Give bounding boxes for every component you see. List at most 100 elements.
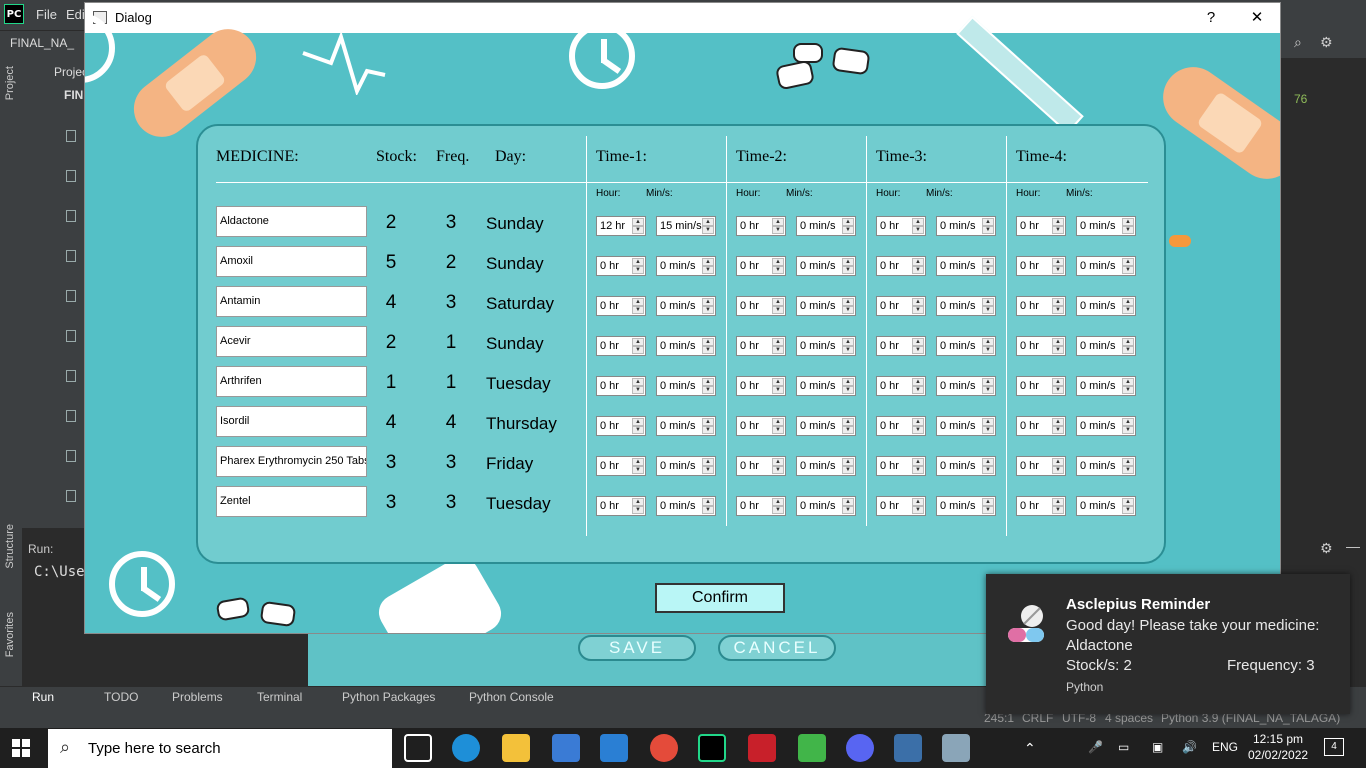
medicine-name-field[interactable]: Arthrifen (216, 366, 367, 397)
task-view-icon[interactable] (404, 734, 432, 762)
window-app-icon[interactable] (942, 734, 970, 762)
taskbar-clock[interactable]: 12:15 pm 02/02/2022 (1248, 731, 1308, 763)
spin-arrows[interactable]: ▲ ▼ (1052, 338, 1064, 354)
spin-arrows[interactable]: ▲ ▼ (1052, 418, 1064, 434)
battery-icon[interactable]: ▭ (1118, 740, 1129, 754)
hour-spinbox[interactable]: 0 hr ▲ ▼ (876, 376, 926, 396)
hour-spinbox[interactable]: 0 hr ▲ ▼ (1016, 296, 1066, 316)
tab-terminal[interactable]: Terminal (257, 690, 302, 704)
spin-arrows[interactable]: ▲ ▼ (772, 458, 784, 474)
tab-problems[interactable]: Problems (172, 690, 223, 704)
spin-arrows[interactable]: ▲ ▼ (702, 258, 714, 274)
spin-arrows[interactable]: ▲ ▼ (702, 218, 714, 234)
hour-spinbox[interactable]: 0 hr ▲ ▼ (876, 336, 926, 356)
spin-arrows[interactable]: ▲ ▼ (632, 418, 644, 434)
spin-arrows[interactable]: ▲ ▼ (1122, 298, 1134, 314)
hour-spinbox[interactable]: 0 hr ▲ ▼ (1016, 216, 1066, 236)
medicine-name-field[interactable]: Acevir (216, 326, 367, 357)
hour-spinbox[interactable]: 12 hr ▲ ▼ (596, 216, 646, 236)
hour-spinbox[interactable]: 0 hr ▲ ▼ (736, 256, 786, 276)
spin-arrows[interactable]: ▲ ▼ (1122, 218, 1134, 234)
spin-arrows[interactable]: ▲ ▼ (1052, 458, 1064, 474)
spin-arrows[interactable]: ▲ ▼ (1052, 218, 1064, 234)
spin-arrows[interactable]: ▲ ▼ (772, 378, 784, 394)
spin-arrows[interactable]: ▲ ▼ (912, 258, 924, 274)
hour-spinbox[interactable]: 0 hr ▲ ▼ (876, 296, 926, 316)
spin-arrows[interactable]: ▲ ▼ (772, 258, 784, 274)
minutes-spinbox[interactable]: 0 min/s ▲ ▼ (936, 416, 996, 436)
python-icon[interactable] (894, 734, 922, 762)
pycharm-icon[interactable] (698, 734, 726, 762)
qt-icon[interactable] (798, 734, 826, 762)
spin-arrows[interactable]: ▲ ▼ (982, 498, 994, 514)
windows-start-icon[interactable] (12, 739, 30, 757)
spin-arrows[interactable]: ▲ ▼ (1052, 378, 1064, 394)
tab-run[interactable]: Run (32, 690, 54, 704)
edge-icon[interactable] (452, 734, 480, 762)
tab-python-console[interactable]: Python Console (469, 690, 554, 704)
spin-arrows[interactable]: ▲ ▼ (702, 418, 714, 434)
spin-arrows[interactable]: ▲ ▼ (842, 338, 854, 354)
spin-arrows[interactable]: ▲ ▼ (842, 458, 854, 474)
file-icon[interactable] (66, 210, 76, 222)
medicine-name-field[interactable]: Isordil (216, 406, 367, 437)
spin-arrows[interactable]: ▲ ▼ (1052, 298, 1064, 314)
store-icon[interactable] (552, 734, 580, 762)
spin-arrows[interactable]: ▲ ▼ (772, 418, 784, 434)
spin-arrows[interactable]: ▲ ▼ (1122, 418, 1134, 434)
minutes-spinbox[interactable]: 0 min/s ▲ ▼ (656, 296, 716, 316)
tray-chevron-icon[interactable]: ⌃ (1024, 740, 1036, 757)
spin-arrows[interactable]: ▲ ▼ (842, 498, 854, 514)
hour-spinbox[interactable]: 0 hr ▲ ▼ (876, 456, 926, 476)
hour-spinbox[interactable]: 0 hr ▲ ▼ (736, 456, 786, 476)
spin-arrows[interactable]: ▲ ▼ (842, 378, 854, 394)
minutes-spinbox[interactable]: 0 min/s ▲ ▼ (1076, 376, 1136, 396)
network-icon[interactable]: ▣ (1152, 740, 1163, 754)
minutes-spinbox[interactable]: 0 min/s ▲ ▼ (936, 336, 996, 356)
file-icon[interactable] (66, 410, 76, 422)
minutes-spinbox[interactable]: 0 min/s ▲ ▼ (796, 416, 856, 436)
minutes-spinbox[interactable]: 0 min/s ▲ ▼ (936, 456, 996, 476)
spin-arrows[interactable]: ▲ ▼ (632, 498, 644, 514)
spin-arrows[interactable]: ▲ ▼ (912, 458, 924, 474)
spin-arrows[interactable]: ▲ ▼ (632, 258, 644, 274)
minutes-spinbox[interactable]: 0 min/s ▲ ▼ (936, 296, 996, 316)
minutes-spinbox[interactable]: 0 min/s ▲ ▼ (1076, 496, 1136, 516)
spin-arrows[interactable]: ▲ ▼ (1052, 258, 1064, 274)
help-button[interactable]: ? (1188, 5, 1234, 31)
minutes-spinbox[interactable]: 0 min/s ▲ ▼ (1076, 336, 1136, 356)
acrobat-icon[interactable] (748, 734, 776, 762)
tool-structure[interactable]: Structure (4, 524, 16, 569)
hour-spinbox[interactable]: 0 hr ▲ ▼ (596, 416, 646, 436)
hour-spinbox[interactable]: 0 hr ▲ ▼ (596, 376, 646, 396)
tab-python-packages[interactable]: Python Packages (342, 690, 435, 704)
spin-arrows[interactable]: ▲ ▼ (772, 298, 784, 314)
minutes-spinbox[interactable]: 0 min/s ▲ ▼ (796, 256, 856, 276)
spin-arrows[interactable]: ▲ ▼ (842, 298, 854, 314)
spin-arrows[interactable]: ▲ ▼ (772, 338, 784, 354)
minutes-spinbox[interactable]: 0 min/s ▲ ▼ (1076, 296, 1136, 316)
hour-spinbox[interactable]: 0 hr ▲ ▼ (736, 416, 786, 436)
volume-icon[interactable]: 🔊 (1182, 740, 1197, 754)
spin-arrows[interactable]: ▲ ▼ (702, 378, 714, 394)
cancel-button[interactable]: CANCEL (718, 635, 836, 661)
spin-arrows[interactable]: ▲ ▼ (702, 458, 714, 474)
minutes-spinbox[interactable]: 0 min/s ▲ ▼ (796, 296, 856, 316)
taskbar-search-input[interactable]: ⌕ Type here to search (48, 729, 392, 768)
hour-spinbox[interactable]: 0 hr ▲ ▼ (736, 496, 786, 516)
medicine-name-field[interactable]: Amoxil (216, 246, 367, 277)
medicine-name-field[interactable]: Antamin (216, 286, 367, 317)
file-icon[interactable] (66, 450, 76, 462)
spin-arrows[interactable]: ▲ ▼ (772, 218, 784, 234)
minutes-spinbox[interactable]: 0 min/s ▲ ▼ (656, 256, 716, 276)
menu-file[interactable]: File (36, 7, 57, 22)
spin-arrows[interactable]: ▲ ▼ (632, 218, 644, 234)
hour-spinbox[interactable]: 0 hr ▲ ▼ (1016, 376, 1066, 396)
spin-arrows[interactable]: ▲ ▼ (702, 298, 714, 314)
minutes-spinbox[interactable]: 0 min/s ▲ ▼ (656, 336, 716, 356)
spin-arrows[interactable]: ▲ ▼ (982, 458, 994, 474)
minutes-spinbox[interactable]: 0 min/s ▲ ▼ (796, 456, 856, 476)
hour-spinbox[interactable]: 0 hr ▲ ▼ (1016, 336, 1066, 356)
minutes-spinbox[interactable]: 0 min/s ▲ ▼ (656, 496, 716, 516)
hour-spinbox[interactable]: 0 hr ▲ ▼ (876, 216, 926, 236)
